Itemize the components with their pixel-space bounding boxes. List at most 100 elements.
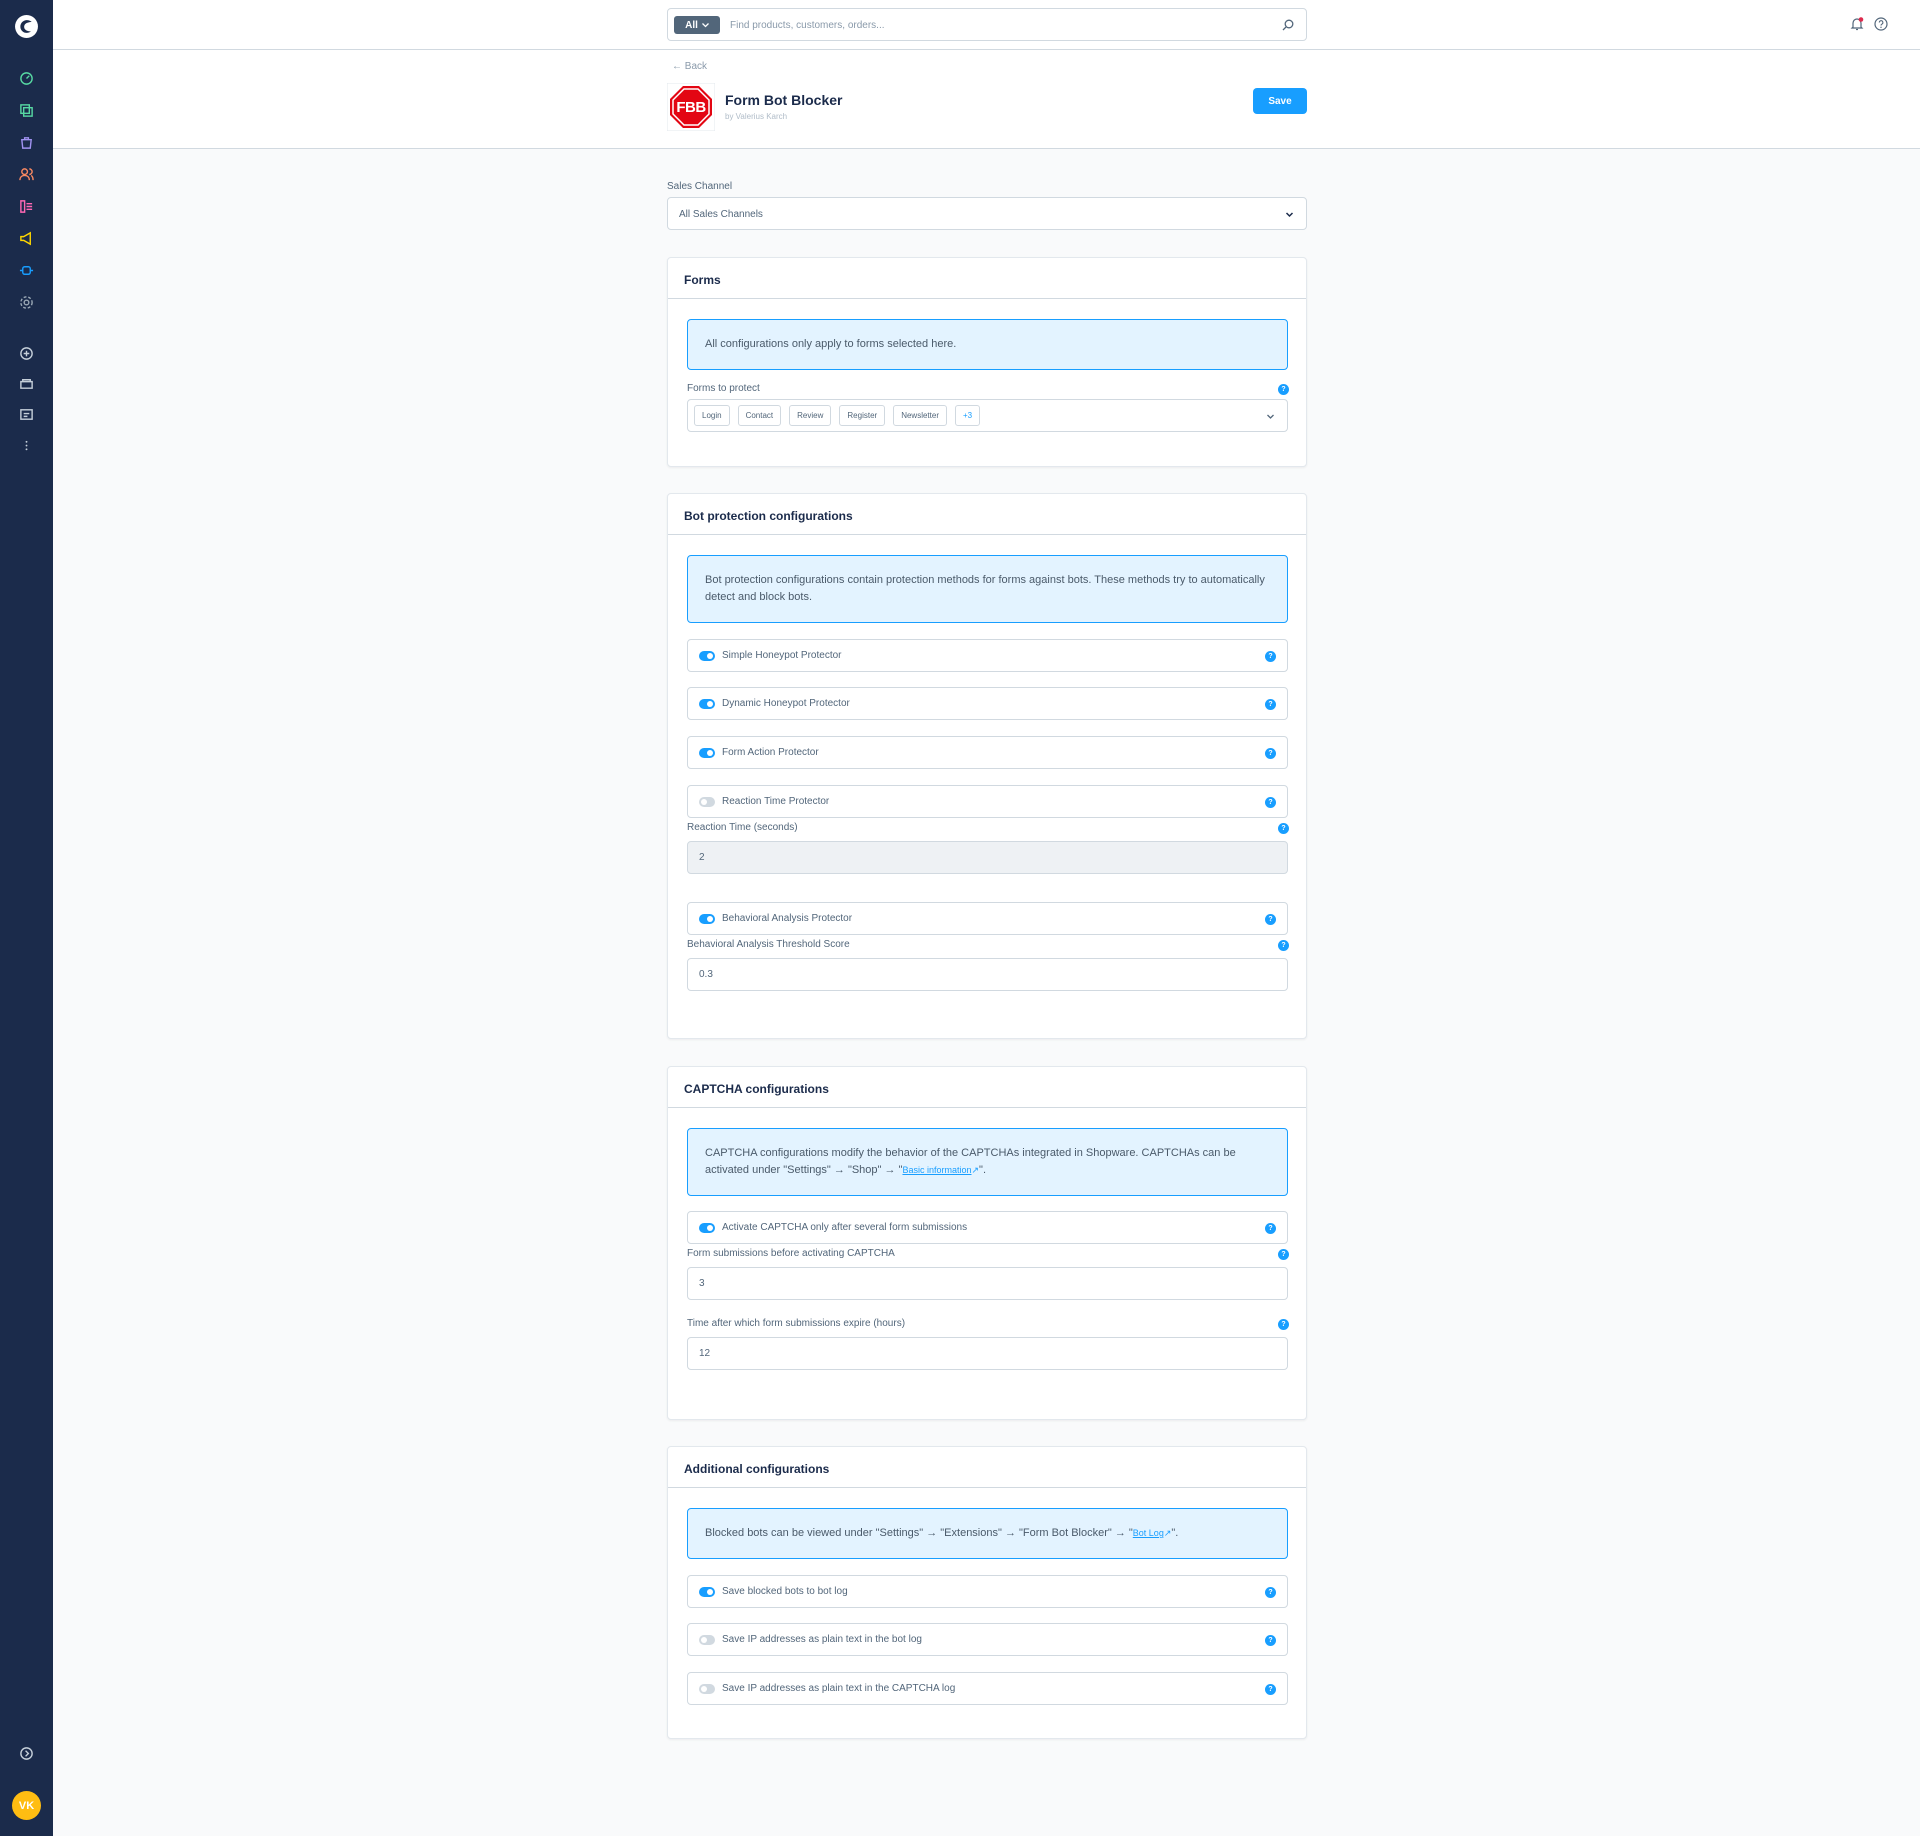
orders-icon[interactable] [17, 133, 36, 152]
sales-channel-label: Sales Channel [667, 181, 733, 192]
shopware-logo-icon[interactable] [14, 14, 39, 39]
help-icon[interactable]: ? [1265, 748, 1276, 759]
top-bar: All [53, 0, 1920, 50]
ip-plain-bot-log-switch-row: Save IP addresses as plain text in the b… [687, 1623, 1288, 1656]
reaction-time-switch-row: Reaction Time Protector ? [687, 785, 1288, 818]
submissions-input[interactable] [687, 1267, 1288, 1300]
form-tag[interactable]: Newsletter [893, 405, 947, 426]
help-icon[interactable]: ? [1278, 823, 1289, 834]
extension-logo-text: FBB [676, 98, 706, 116]
chevron-down-icon [1285, 212, 1294, 218]
captcha-info-text: CAPTCHA configurations modify the behavi… [705, 1145, 1270, 1179]
sales-channel-select[interactable]: All Sales Channels [667, 197, 1307, 230]
help-icon[interactable]: ? [1265, 797, 1276, 808]
expire-label: Time after which form submissions expire… [687, 1318, 906, 1329]
catalog-icon[interactable] [17, 101, 36, 120]
switch-label: Dynamic Honeypot Protector [722, 698, 850, 709]
extensions-icon[interactable] [17, 261, 36, 280]
captcha-after-submissions-toggle[interactable] [699, 1223, 715, 1233]
help-icon[interactable]: ? [1278, 1319, 1289, 1330]
help-icon[interactable]: ? [1265, 1684, 1276, 1695]
global-search: All [667, 8, 1307, 41]
search-icon[interactable] [1282, 19, 1294, 31]
search-type-label: All [685, 19, 698, 31]
storefront-icon[interactable] [17, 374, 36, 393]
search-type-dropdown[interactable]: All [674, 16, 720, 34]
form-tag[interactable]: Review [789, 405, 832, 426]
additional-info-text-main: Blocked bots can be viewed under "Settin… [705, 1527, 1133, 1539]
more-icon[interactable] [17, 436, 36, 455]
help-icon[interactable]: ? [1265, 699, 1276, 710]
forms-multiselect[interactable]: Login Contact Review Register Newsletter… [687, 399, 1288, 432]
chevron-down-icon [701, 22, 709, 27]
captcha-after-submissions-switch-row: Activate CAPTCHA only after several form… [687, 1211, 1288, 1244]
bot-card-title: Bot protection configurations [668, 494, 1306, 535]
switch-label: Activate CAPTCHA only after several form… [722, 1222, 968, 1233]
help-icon[interactable]: ? [1278, 940, 1289, 951]
switch-label: Reaction Time Protector [722, 796, 830, 807]
dynamic-honeypot-switch-row: Dynamic Honeypot Protector ? [687, 687, 1288, 720]
marketing-icon[interactable] [17, 229, 36, 248]
help-icon[interactable]: ? [1278, 1249, 1289, 1260]
help-icon[interactable]: ? [1265, 1635, 1276, 1646]
help-icon[interactable]: ? [1265, 1587, 1276, 1598]
switch-label: Save IP addresses as plain text in the C… [722, 1683, 956, 1694]
reaction-time-toggle[interactable] [699, 797, 715, 807]
headless-icon[interactable] [17, 405, 36, 424]
simple-honeypot-toggle[interactable] [699, 651, 715, 661]
behavioral-analysis-switch-row: Behavioral Analysis Protector ? [687, 902, 1288, 935]
help-icon[interactable]: ? [1265, 1223, 1276, 1234]
extension-header: ← Back FBB Form Bot Blocker by Valerius … [53, 50, 1920, 149]
forms-info-text: All configurations only apply to forms s… [705, 338, 957, 350]
form-action-toggle[interactable] [699, 748, 715, 758]
behavioral-analysis-toggle[interactable] [699, 914, 715, 924]
customers-icon[interactable] [17, 165, 36, 184]
forms-info-alert: All configurations only apply to forms s… [687, 319, 1288, 370]
reaction-time-input [687, 841, 1288, 874]
switch-label: Save blocked bots to bot log [722, 1586, 848, 1597]
form-tag[interactable]: Login [694, 405, 730, 426]
simple-honeypot-switch-row: Simple Honeypot Protector ? [687, 639, 1288, 672]
expire-input[interactable] [687, 1337, 1288, 1370]
form-tag[interactable]: Contact [737, 405, 782, 426]
additional-info-text: Blocked bots can be viewed under "Settin… [705, 1525, 1178, 1542]
notifications-bell-icon[interactable] [1850, 17, 1864, 31]
more-forms-tag[interactable]: +3 [954, 405, 981, 426]
add-sales-channel-icon[interactable] [17, 344, 36, 363]
form-tag[interactable]: Register [839, 405, 886, 426]
submissions-label: Form submissions before activating CAPTC… [687, 1248, 895, 1259]
save-button[interactable]: Save [1253, 88, 1307, 114]
save-bot-log-toggle[interactable] [699, 1587, 715, 1597]
search-input[interactable] [730, 15, 1270, 35]
external-link-icon: ↗ [971, 1165, 980, 1175]
help-icon[interactable]: ? [1265, 651, 1276, 662]
admin-sidebar: VK [0, 0, 53, 1836]
form-action-switch-row: Form Action Protector ? [687, 736, 1288, 769]
collapse-menu-icon[interactable] [17, 1744, 36, 1763]
captcha-card-title: CAPTCHA configurations [668, 1067, 1306, 1108]
bot-log-link[interactable]: Bot Log [1133, 1528, 1164, 1538]
settings-icon[interactable] [17, 293, 36, 312]
user-avatar[interactable]: VK [12, 1791, 41, 1820]
switch-label: Form Action Protector [722, 747, 819, 758]
additional-card-title: Additional configurations [668, 1447, 1306, 1488]
ip-plain-bot-log-toggle[interactable] [699, 1635, 715, 1645]
page-title: Form Bot Blocker [725, 92, 843, 108]
help-icon[interactable]: ? [1265, 914, 1276, 925]
additional-info-text-end: ". [1171, 1527, 1179, 1539]
dynamic-honeypot-toggle[interactable] [699, 699, 715, 709]
ip-plain-captcha-log-toggle[interactable] [699, 1684, 715, 1694]
content-icon[interactable] [17, 197, 36, 216]
behavioral-threshold-input[interactable] [687, 958, 1288, 991]
back-link-label: Back [684, 61, 708, 72]
captcha-info-text-end: ". [979, 1164, 987, 1176]
dashboard-icon[interactable] [17, 69, 36, 88]
help-icon[interactable]: ? [1278, 384, 1289, 395]
back-link[interactable]: ← Back [672, 61, 707, 72]
chevron-down-icon[interactable] [1266, 412, 1275, 421]
basic-information-link[interactable]: Basic information [902, 1165, 971, 1175]
ip-plain-captcha-log-switch-row: Save IP addresses as plain text in the C… [687, 1672, 1288, 1705]
help-center-icon[interactable] [1874, 17, 1888, 31]
bot-protection-card: Bot protection configurations Bot protec… [667, 493, 1307, 1039]
switch-label: Save IP addresses as plain text in the b… [722, 1634, 922, 1645]
